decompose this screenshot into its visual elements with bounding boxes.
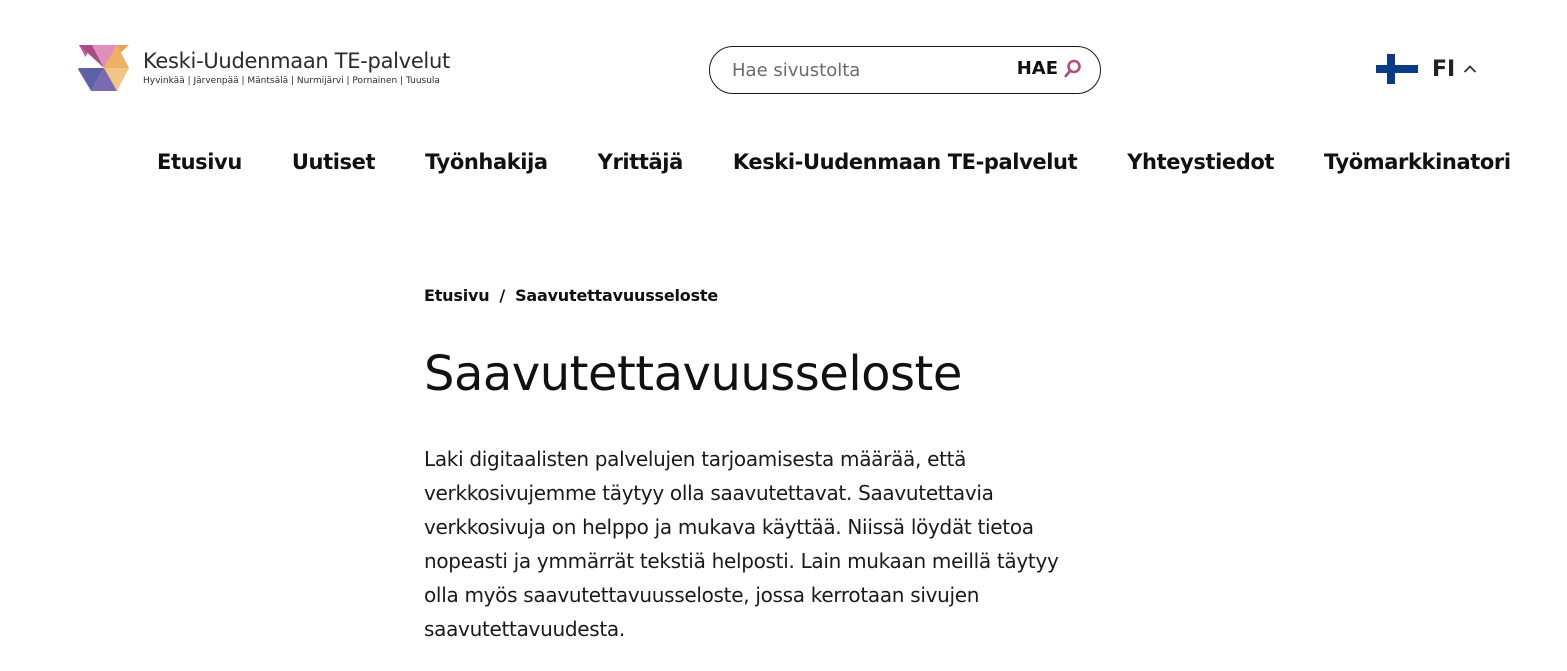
logo-title: Keski-Uudenmaan TE-palvelut (143, 49, 450, 73)
site-logo[interactable]: Keski-Uudenmaan TE-palvelut Hyvinkää | J… (77, 43, 450, 93)
search-button-label: HAE (1016, 58, 1058, 79)
language-selector[interactable]: FI (1376, 54, 1477, 84)
nav-item-yrittaja[interactable]: Yrittäjä (598, 146, 684, 178)
finland-flag-icon (1376, 54, 1418, 84)
search-form: HAE (709, 46, 1101, 94)
chevron-up-icon (1464, 65, 1477, 73)
nav-item-uutiset[interactable]: Uutiset (292, 146, 376, 178)
logo-subtitle: Hyvinkää | Järvenpää | Mäntsälä | Nurmij… (143, 76, 440, 86)
nav-item-keski-uudenmaan-te-palvelut[interactable]: Keski-Uudenmaan TE-palvelut (733, 146, 1078, 178)
language-code: FI (1432, 56, 1456, 82)
search-icon (1064, 59, 1081, 77)
logo-mark-icon (78, 45, 129, 91)
page-title: Saavutettavuusseloste (424, 346, 962, 402)
lead-paragraph: Laki digitaalisten palvelujen tarjoamise… (424, 447, 1059, 641)
breadcrumb-separator: / (499, 286, 506, 305)
search-input[interactable] (732, 55, 1002, 85)
nav-item-etusivu[interactable]: Etusivu (157, 146, 242, 178)
main-content: Etusivu / Saavutettavuusseloste Saavutet… (424, 284, 1104, 666)
search-button[interactable]: HAE (1017, 58, 1082, 79)
main-navigation: Etusivu Uutiset Työnhakija Yrittäjä Kesk… (157, 146, 1511, 178)
nav-item-tyonhakija[interactable]: Työnhakija (425, 146, 548, 178)
breadcrumb: Etusivu / Saavutettavuusseloste (424, 284, 1104, 308)
nav-item-yhteystiedot[interactable]: Yhteystiedot (1127, 146, 1274, 178)
nav-item-tyomarkkinatori[interactable]: Työmarkkinatori (1324, 146, 1511, 178)
breadcrumb-home-link[interactable]: Etusivu (424, 284, 490, 308)
breadcrumb-current: Saavutettavuusseloste (515, 286, 719, 305)
